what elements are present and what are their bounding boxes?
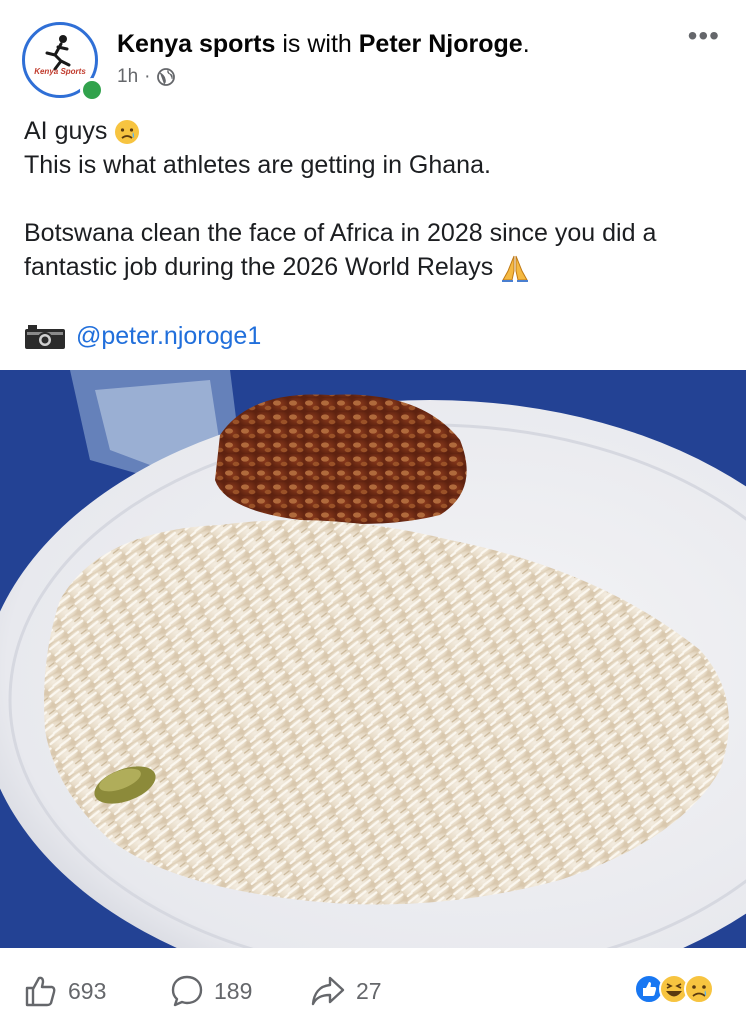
like-button[interactable]: 693 xyxy=(24,974,106,1008)
post-line-2: This is what athletes are getting in Gha… xyxy=(24,151,491,179)
meta-separator: · xyxy=(144,66,151,87)
post-time[interactable]: 1h xyxy=(117,66,138,88)
share-count: 27 xyxy=(356,977,382,1004)
page-name-link[interactable]: Kenya sports xyxy=(117,30,275,58)
globe-icon xyxy=(157,68,176,86)
haha-reaction-icon xyxy=(659,974,689,1004)
camera-icon xyxy=(25,324,65,349)
more-options-icon[interactable]: ••• xyxy=(688,22,720,50)
sad-emoji-icon xyxy=(115,120,140,145)
post-meta: 1h · xyxy=(117,66,176,88)
post-header: Kenya Sports Kenya sports is with Peter … xyxy=(0,0,746,108)
post-line-1: AI guys xyxy=(24,114,724,148)
post-line-3: Botswana clean the face of Africa in 202… xyxy=(24,216,724,284)
pray-emoji-icon xyxy=(502,256,529,283)
share-icon xyxy=(311,976,345,1006)
with-text: is with xyxy=(275,30,359,58)
tagged-person-link[interactable]: Peter Njoroge xyxy=(359,30,523,58)
post-actions-bar: 693 189 27 xyxy=(0,948,746,1024)
like-count: 693 xyxy=(68,977,107,1004)
comment-icon xyxy=(171,975,203,1007)
like-reaction-icon xyxy=(634,974,664,1004)
like-icon xyxy=(25,976,56,1007)
sad-reaction-icon xyxy=(684,974,714,1004)
share-button[interactable]: 27 xyxy=(310,974,382,1008)
photo-credit-link[interactable]: @peter.njoroge1 xyxy=(76,322,261,351)
online-status-dot xyxy=(80,78,104,102)
post-photo[interactable] xyxy=(0,370,746,948)
comment-button[interactable]: 189 xyxy=(170,974,252,1008)
reaction-summary[interactable] xyxy=(634,974,724,1004)
food-plate-image xyxy=(0,370,746,948)
tagged-suffix: . xyxy=(522,30,530,58)
photo-credit: @peter.njoroge1 xyxy=(24,322,261,351)
author-line: Kenya sports is with Peter Njoroge. xyxy=(117,30,530,59)
post-text: AI guys This is what athletes are gettin… xyxy=(24,114,724,284)
comment-count: 189 xyxy=(214,977,253,1004)
avatar-text: Kenya Sports xyxy=(34,67,86,76)
